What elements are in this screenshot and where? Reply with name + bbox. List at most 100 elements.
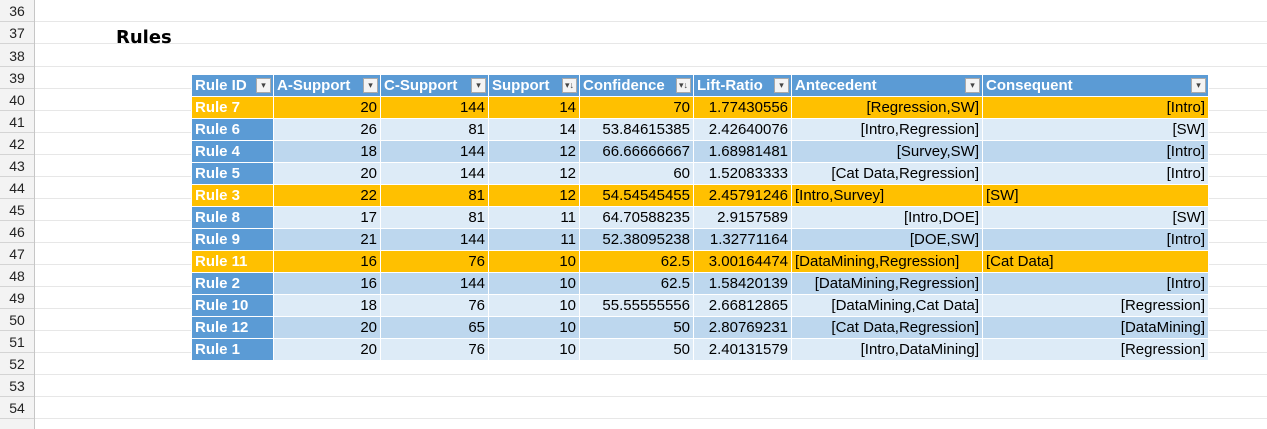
value-cell[interactable]: 14	[488, 118, 580, 141]
antecedent-cell[interactable]: [DataMining,Cat Data]	[791, 294, 983, 317]
consequent-cell[interactable]: [Regression]	[982, 294, 1209, 317]
filter-dropdown-icon[interactable]: ▾↓	[676, 78, 691, 93]
value-cell[interactable]: 17	[273, 206, 381, 229]
value-cell[interactable]: 52.38095238	[579, 228, 694, 251]
value-cell[interactable]: 2.66812865	[693, 294, 792, 317]
value-cell[interactable]: 22	[273, 184, 381, 207]
row-number[interactable]: 48	[0, 265, 34, 287]
value-cell[interactable]: 144	[380, 272, 489, 295]
table-row[interactable]: Rule 6 26 81 14 53.84615385 2.42640076 [Intro,…	[191, 118, 1209, 141]
value-cell[interactable]: 10	[488, 316, 580, 339]
value-cell[interactable]: 16	[273, 272, 381, 295]
table-row[interactable]: Rule 2 16 144 10 62.5 1.58420139 [DataMining,R…	[191, 272, 1209, 295]
filter-dropdown-icon[interactable]: ▾	[965, 78, 980, 93]
value-cell[interactable]: 55.55555556	[579, 294, 694, 317]
row-number[interactable]: 37	[0, 22, 34, 44]
row-number[interactable]: 53	[0, 375, 34, 397]
column-header[interactable]: Confidence ▾↓	[579, 74, 694, 97]
antecedent-cell[interactable]: [DataMining,Regression]	[791, 272, 983, 295]
value-cell[interactable]: 53.84615385	[579, 118, 694, 141]
value-cell[interactable]: 64.70588235	[579, 206, 694, 229]
antecedent-cell[interactable]: [DOE,SW]	[791, 228, 983, 251]
value-cell[interactable]: 18	[273, 294, 381, 317]
filter-dropdown-icon[interactable]: ▾↓	[562, 78, 577, 93]
column-header[interactable]: A-Support ▾	[273, 74, 381, 97]
row-number[interactable]: 47	[0, 243, 34, 265]
value-cell[interactable]: 66.66666667	[579, 140, 694, 163]
value-cell[interactable]: 10	[488, 338, 580, 361]
value-cell[interactable]: 26	[273, 118, 381, 141]
filter-dropdown-icon[interactable]: ▾	[256, 78, 271, 93]
rule-id-cell[interactable]: Rule 7	[191, 96, 274, 119]
rule-id-cell[interactable]: Rule 4	[191, 140, 274, 163]
consequent-cell[interactable]: [Intro]	[982, 228, 1209, 251]
value-cell[interactable]: 3.00164474	[693, 250, 792, 273]
consequent-cell[interactable]: [SW]	[982, 118, 1209, 141]
value-cell[interactable]: 2.9157589	[693, 206, 792, 229]
antecedent-cell[interactable]: [DataMining,Regression]	[791, 250, 983, 273]
consequent-cell[interactable]: [Intro]	[982, 162, 1209, 185]
row-number[interactable]: 46	[0, 221, 34, 243]
value-cell[interactable]: 144	[380, 140, 489, 163]
rule-id-cell[interactable]: Rule 2	[191, 272, 274, 295]
rule-id-cell[interactable]: Rule 8	[191, 206, 274, 229]
value-cell[interactable]: 12	[488, 184, 580, 207]
column-header[interactable]: Antecedent ▾	[791, 74, 983, 97]
value-cell[interactable]: 10	[488, 294, 580, 317]
value-cell[interactable]: 21	[273, 228, 381, 251]
value-cell[interactable]: 144	[380, 162, 489, 185]
antecedent-cell[interactable]: [Survey,SW]	[791, 140, 983, 163]
antecedent-cell[interactable]: [Intro,DataMining]	[791, 338, 983, 361]
rule-id-cell[interactable]: Rule 5	[191, 162, 274, 185]
table-row[interactable]: Rule 1 20 76 10 50 2.40131579 [Intro,DataMinin…	[191, 338, 1209, 361]
value-cell[interactable]: 20	[273, 338, 381, 361]
value-cell[interactable]: 18	[273, 140, 381, 163]
value-cell[interactable]: 1.52083333	[693, 162, 792, 185]
antecedent-cell[interactable]: [Intro,Regression]	[791, 118, 983, 141]
filter-dropdown-icon[interactable]: ▾	[774, 78, 789, 93]
value-cell[interactable]: 144	[380, 96, 489, 119]
value-cell[interactable]: 2.80769231	[693, 316, 792, 339]
row-number[interactable]: 52	[0, 353, 34, 375]
rule-id-cell[interactable]: Rule 3	[191, 184, 274, 207]
table-row[interactable]: Rule 5 20 144 12 60 1.52083333 [Cat Data,Regre…	[191, 162, 1209, 185]
column-header[interactable]: Support ▾↓	[488, 74, 580, 97]
value-cell[interactable]: 50	[579, 338, 694, 361]
value-cell[interactable]: 11	[488, 228, 580, 251]
antecedent-cell[interactable]: [Intro,DOE]	[791, 206, 983, 229]
antecedent-cell[interactable]: [Cat Data,Regression]	[791, 316, 983, 339]
value-cell[interactable]: 10	[488, 250, 580, 273]
column-header[interactable]: Rule ID ▾	[191, 74, 274, 97]
value-cell[interactable]: 70	[579, 96, 694, 119]
value-cell[interactable]: 65	[380, 316, 489, 339]
value-cell[interactable]: 20	[273, 96, 381, 119]
filter-dropdown-icon[interactable]: ▾	[471, 78, 486, 93]
value-cell[interactable]: 12	[488, 140, 580, 163]
table-row[interactable]: Rule 11 16 76 10 62.5 3.00164474 [DataMining,R…	[191, 250, 1209, 273]
value-cell[interactable]: 81	[380, 206, 489, 229]
row-number[interactable]: 41	[0, 111, 34, 133]
value-cell[interactable]: 76	[380, 294, 489, 317]
rule-id-cell[interactable]: Rule 1	[191, 338, 274, 361]
value-cell[interactable]: 1.32771164	[693, 228, 792, 251]
value-cell[interactable]: 1.77430556	[693, 96, 792, 119]
value-cell[interactable]: 62.5	[579, 272, 694, 295]
row-number[interactable]: 39	[0, 67, 34, 89]
value-cell[interactable]: 2.45791246	[693, 184, 792, 207]
value-cell[interactable]: 16	[273, 250, 381, 273]
value-cell[interactable]: 76	[380, 250, 489, 273]
table-row[interactable]: Rule 4 18 144 12 66.66666667 1.68981481 [Surve…	[191, 140, 1209, 163]
rule-id-cell[interactable]: Rule 12	[191, 316, 274, 339]
row-number[interactable]: 51	[0, 331, 34, 353]
row-number[interactable]: 43	[0, 155, 34, 177]
value-cell[interactable]: 20	[273, 162, 381, 185]
row-number[interactable]: 54	[0, 397, 34, 419]
row-number[interactable]: 49	[0, 287, 34, 309]
row-number[interactable]: 40	[0, 89, 34, 111]
consequent-cell[interactable]: [Intro]	[982, 140, 1209, 163]
consequent-cell[interactable]: [Intro]	[982, 272, 1209, 295]
value-cell[interactable]: 50	[579, 316, 694, 339]
row-number[interactable]: 50	[0, 309, 34, 331]
consequent-cell[interactable]: [SW]	[982, 206, 1209, 229]
row-number[interactable]: 38	[0, 45, 34, 67]
